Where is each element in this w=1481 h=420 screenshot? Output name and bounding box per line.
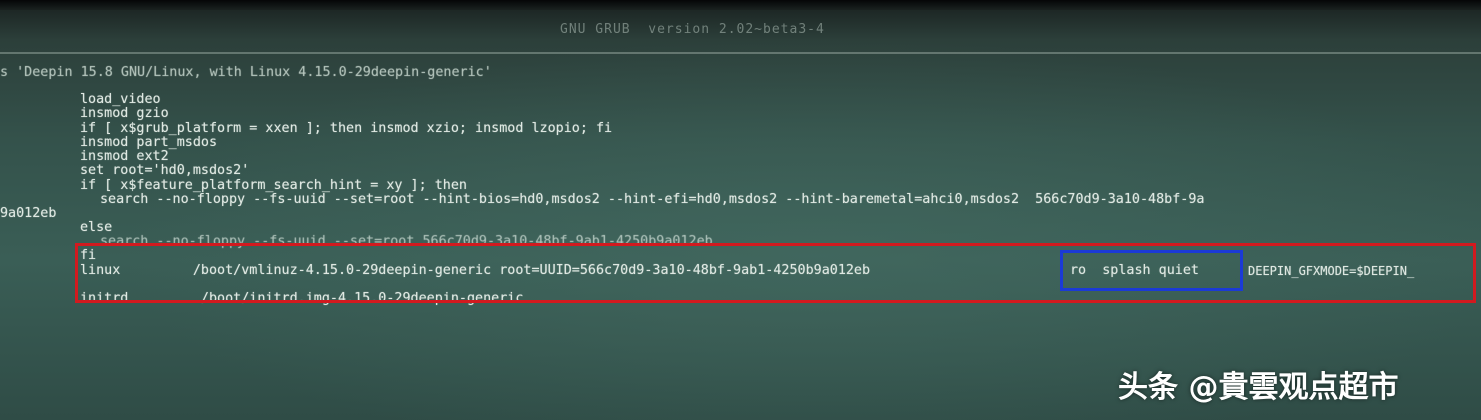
toutiao-watermark: 头条 @貴雲观点超市 (1118, 370, 1399, 405)
blue-highlight-box (1060, 250, 1243, 291)
editor-line: if [ x$grub_platform = xxen ]; then insm… (80, 121, 613, 136)
editor-line: insmod gzio (80, 106, 169, 121)
editor-line: insmod part_msdos (80, 135, 218, 150)
editor-line: else (80, 220, 113, 235)
editor-line: if [ x$feature_platform_search_hint = xy… (80, 178, 467, 193)
editor-line: set root='hd0,msdos2' (80, 163, 250, 178)
editor-line: load_video (80, 92, 161, 107)
red-highlight-box (75, 243, 1476, 303)
editor-line: search --no-floppy --fs-uuid --set=root … (100, 192, 1205, 207)
editor-line-wrap: 9a012eb (0, 206, 57, 221)
grub-screen: GNU GRUB version 2.02~beta3-4 s 'Deepin … (0, 0, 1481, 420)
grub-edit-area[interactable]: s 'Deepin 15.8 GNU/Linux, with Linux 4.1… (0, 0, 1481, 420)
menuentry-line: s 'Deepin 15.8 GNU/Linux, with Linux 4.1… (0, 65, 492, 80)
editor-line: insmod ext2 (80, 149, 169, 164)
